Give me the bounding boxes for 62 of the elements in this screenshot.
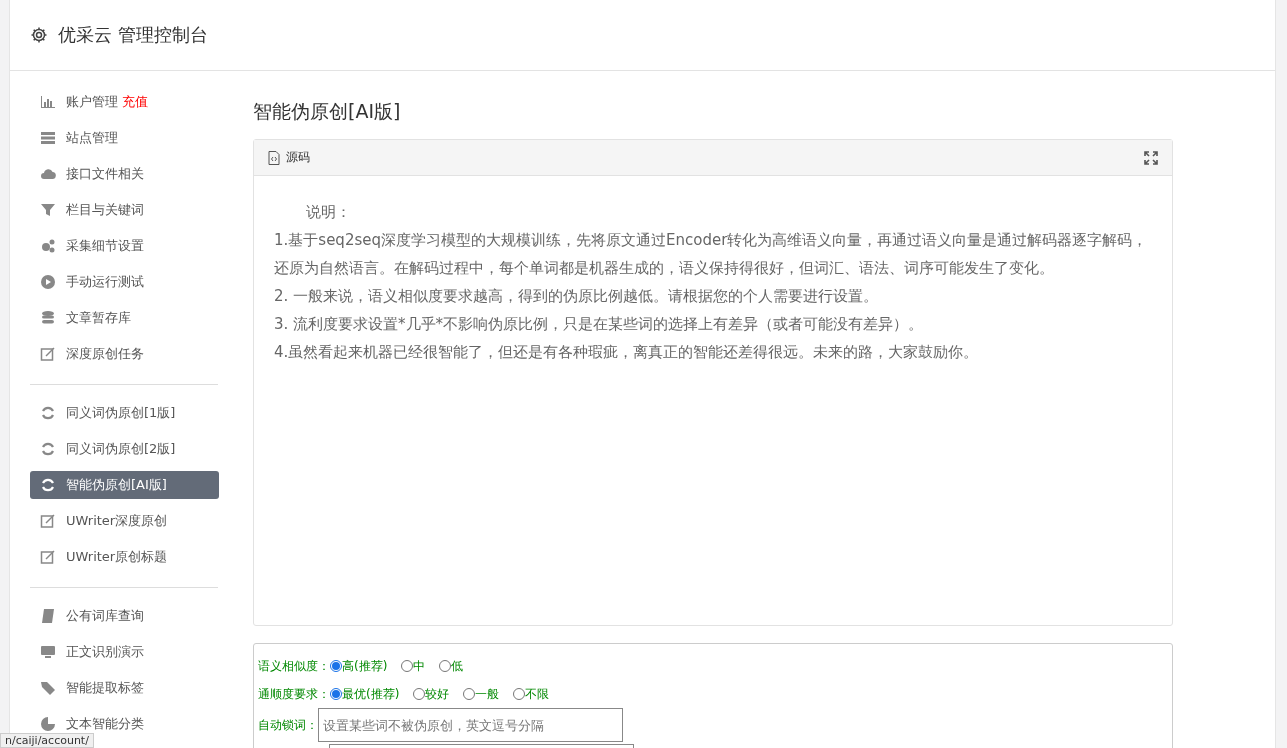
sidebar-item[interactable]: 手动运行测试 <box>30 268 219 296</box>
lock-words-field[interactable]: 设置某些词不被伪原创，英文逗号分隔 <box>318 708 623 742</box>
sidebar-item[interactable]: UWriter原创标题 <box>30 543 219 571</box>
description-line: 2. 一般来说，语义相似度要求越高，得到的伪原比例越低。请根据您的个人需要进行设置。 <box>274 286 880 307</box>
field-label: 通顺度要求： <box>258 685 330 703</box>
sidebar-item[interactable]: UWriter深度原创 <box>30 507 219 535</box>
description-line: 3. 流利度要求设置*几乎*不影响伪原比例，只是在某些词的选择上有差异（或者可能没有差异）。 <box>274 314 925 335</box>
sidebar-item[interactable]: 接口文件相关 <box>30 160 219 188</box>
page-title: 智能伪原创[AI版] <box>253 99 402 124</box>
console-title: 优采云 管理控制台 <box>58 23 208 47</box>
sidebar-item[interactable]: 账户管理 充值 <box>30 88 219 116</box>
play-icon <box>40 274 56 290</box>
radio-button[interactable] <box>439 660 452 672</box>
radio-button[interactable] <box>330 688 342 700</box>
expand-icon[interactable] <box>1144 150 1158 165</box>
sidebar-item[interactable]: 采集细节设置 <box>30 232 219 260</box>
radio-button[interactable] <box>513 688 526 700</box>
refresh-icon <box>40 441 56 457</box>
radio-option[interactable]: 较好 <box>413 685 450 703</box>
refresh-icon <box>40 477 56 493</box>
sidebar-item[interactable]: 智能提取标签 <box>30 674 219 702</box>
filter-icon <box>40 202 56 218</box>
sidebar-item[interactable]: 公有词库查询 <box>30 602 219 630</box>
refresh-icon <box>40 405 56 421</box>
database-icon <box>40 310 56 326</box>
description-line: 4.虽然看起来机器已经很智能了，但还是有各种瑕疵，离真正的智能还差得很远。未来的路，大家鼓励你。 <box>274 342 980 363</box>
code-file-icon <box>268 150 280 165</box>
sidebar-item[interactable]: 同义词伪原创[1版] <box>30 399 219 427</box>
edit-icon <box>40 513 56 529</box>
settings-icon <box>30 26 48 44</box>
sidebar-item[interactable]: 文章暂存库 <box>30 304 219 332</box>
edit-icon <box>40 549 56 565</box>
sidebar-item[interactable]: 栏目与关键词 <box>30 196 219 224</box>
field-label: 语义相似度： <box>258 657 330 675</box>
radio-option[interactable]: 中 <box>401 657 426 675</box>
sidebar-item[interactable]: 站点管理 <box>30 124 219 152</box>
monitor-icon <box>40 644 56 660</box>
sidebar-item[interactable]: 正文识别演示 <box>30 638 219 666</box>
panel-title: 源码 <box>286 149 310 166</box>
sidebar-item[interactable]: 深度原创任务 <box>30 340 219 368</box>
tag-icon <box>40 680 56 696</box>
radio-button[interactable] <box>413 688 426 700</box>
description-heading: 说明： <box>305 202 352 223</box>
radio-option[interactable]: 高(推荐) <box>330 657 388 675</box>
radio-button[interactable] <box>463 688 476 700</box>
pie-chart-icon <box>40 716 56 732</box>
url-tooltip: n/caiji/account/ <box>0 733 94 748</box>
radio-option[interactable]: 一般 <box>463 685 500 703</box>
sidebar-item[interactable]: 智能伪原创[AI版] <box>30 471 219 499</box>
radio-button[interactable] <box>330 660 342 672</box>
bar-chart-icon <box>40 94 56 110</box>
description-line: 1.基于seq2seq深度学习模型的大规模训练，先将原文通过Encoder转化为高维语义向量，再通过语义向量是通过解码器逐字解码，还原为自然语言。在解码过程中，每个单词都是机器生成的，语义保持得很好，但词汇、语法、词序可能发生了变化。 <box>274 230 1148 279</box>
server-icon <box>40 130 56 146</box>
sidebar-item[interactable]: 同义词伪原创[2版] <box>30 435 219 463</box>
edit-icon <box>40 346 56 362</box>
cloud-upload-icon <box>40 166 56 182</box>
radio-button[interactable] <box>401 660 414 672</box>
radio-option[interactable]: 最优(推荐) <box>330 685 400 703</box>
radio-option[interactable]: 低 <box>439 657 464 675</box>
radio-option[interactable]: 不限 <box>513 685 550 703</box>
book-icon <box>40 608 56 624</box>
field-label: 自动锁词： <box>258 717 318 734</box>
